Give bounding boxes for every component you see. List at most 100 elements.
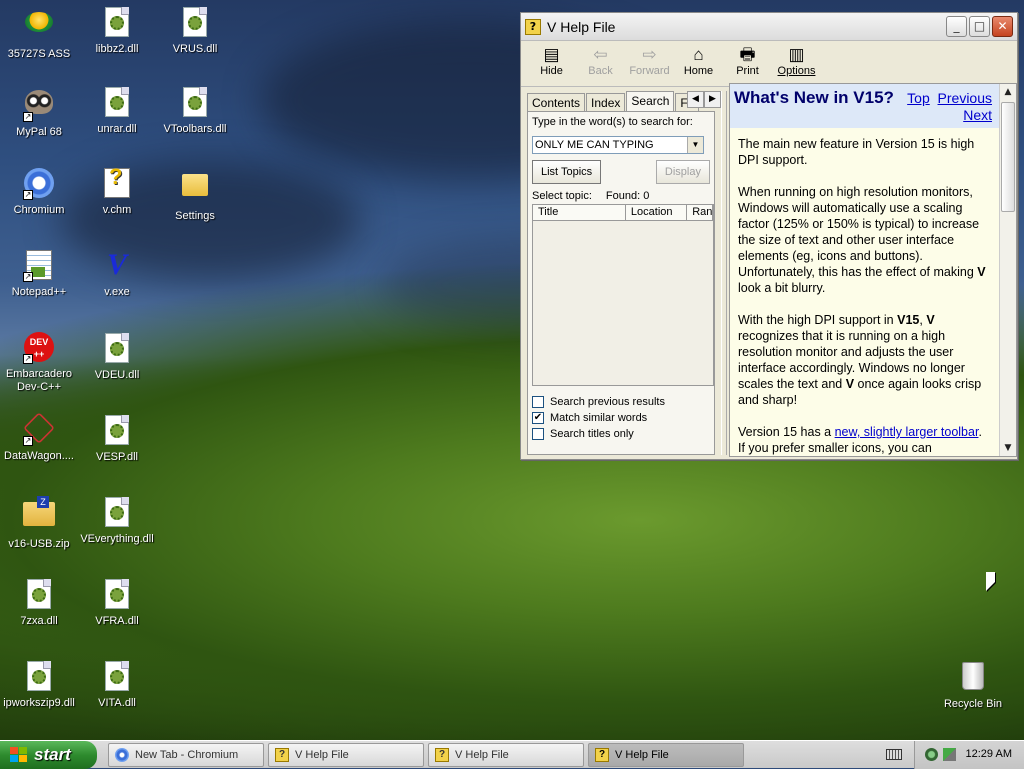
forward-button[interactable]: ⇨ Forward: [625, 41, 674, 86]
desktop-icon-35727s-ass[interactable]: 35727S ASS: [0, 6, 78, 61]
desktop-icon-v16-usb-zip[interactable]: Z v16-USB.zip: [0, 496, 78, 551]
desktop-icon-vdeu-dll[interactable]: VDEU.dll: [78, 332, 156, 382]
noodle-bowl-icon: [25, 12, 53, 32]
windows-flag-icon: [10, 747, 28, 763]
search-prompt-label: Type in the word(s) to search for:: [532, 116, 693, 128]
new-toolbar-link[interactable]: new, slightly larger toolbar: [835, 425, 979, 439]
desktop-icon-label: v16-USB.zip: [8, 538, 70, 550]
desktop-icon-devcpp[interactable]: DEV ++ ↗ Embarcadero Dev-C++: [0, 332, 78, 394]
start-button[interactable]: start: [0, 741, 97, 769]
column-header-location[interactable]: Location: [625, 205, 688, 221]
taskbar-button-help-1[interactable]: ? V Help File: [268, 743, 424, 767]
desktop-icon-recycle-bin[interactable]: Recycle Bin: [934, 660, 1012, 711]
tab-contents[interactable]: Contents: [527, 93, 586, 111]
desktop-icon-mypal[interactable]: ↗ MyPal 68: [0, 86, 78, 139]
previous-link[interactable]: Previous: [938, 90, 992, 106]
desktop-icon-label: unrar.dll: [97, 123, 137, 135]
desktop-icon-chromium[interactable]: ↗ Chromium: [0, 168, 78, 217]
dll-file-icon: [27, 661, 51, 691]
content-scrollbar[interactable]: ▲ ▼: [999, 84, 1016, 456]
desktop-icon-libbz2-dll[interactable]: libbz2.dll: [78, 6, 156, 56]
zip-folder-icon: Z: [23, 496, 55, 526]
close-button[interactable]: ✕: [992, 16, 1013, 37]
checkmark-icon: ✔: [532, 412, 544, 424]
topic-header: What's New in V15? Top Previous Next: [730, 84, 1016, 128]
scroll-down-icon[interactable]: ▼: [1000, 440, 1016, 456]
hide-icon: ▤: [543, 45, 560, 64]
search-titles-only-checkbox[interactable]: Search titles only: [532, 426, 710, 442]
folder-icon: [182, 174, 208, 196]
desktop-icon-label: VRUS.dll: [172, 43, 218, 55]
desktop-icon-label: libbz2.dll: [95, 43, 139, 55]
desktop-icon-v-exe[interactable]: V v.exe: [78, 250, 156, 299]
select-topic-label: Select topic:: [532, 190, 592, 202]
tab-scroll-right-icon[interactable]: ▶: [704, 91, 721, 108]
tab-scroll-left-icon[interactable]: ◀: [687, 91, 704, 108]
minimize-button[interactable]: _: [946, 16, 967, 37]
desktop-icon-label: ipworkszip9.dll: [3, 697, 75, 709]
desktop-icon-7zxa-dll[interactable]: 7zxa.dll: [0, 578, 78, 628]
tray-status-icon[interactable]: [925, 748, 938, 761]
network-icon[interactable]: [943, 748, 956, 761]
back-arrow-icon: ⇦: [593, 45, 608, 64]
tab-search[interactable]: Search: [626, 91, 675, 111]
taskbar-button-chromium[interactable]: New Tab - Chromium: [108, 743, 264, 767]
desktop-icon-label: 35727S ASS: [7, 48, 71, 60]
taskbar: start New Tab - Chromium ? V Help File ?…: [0, 740, 1024, 769]
desktop-icon-vrus-dll[interactable]: VRUS.dll: [156, 6, 234, 56]
system-tray: 12:29 AM: [914, 741, 1024, 769]
next-link[interactable]: Next: [963, 107, 992, 123]
paragraph-3: With the high DPI support in V15, V reco…: [738, 313, 982, 407]
help-file-icon: ?: [595, 748, 609, 762]
keyboard-icon[interactable]: [886, 749, 902, 760]
desktop-icon-label: Chromium: [13, 204, 65, 216]
match-similar-words-checkbox[interactable]: ✔ Match similar words: [532, 410, 710, 426]
desktop-icon-ipworkszip9-dll[interactable]: ipworkszip9.dll: [0, 660, 78, 710]
desktop-icon-label: 7zxa.dll: [20, 615, 58, 627]
tab-index[interactable]: Index: [586, 93, 626, 111]
chevron-down-icon[interactable]: ▼: [687, 137, 703, 153]
top-link[interactable]: Top: [907, 90, 930, 106]
print-button[interactable]: 🖶 Print: [723, 41, 772, 86]
help-file-icon: ?: [275, 748, 289, 762]
taskbar-button-help-2[interactable]: ? V Help File: [428, 743, 584, 767]
help-toolbar: ▤ Hide ⇦ Back ⇨ Forward ⌂ Home 🖶 Print ▥ Optio…: [521, 41, 1017, 87]
maximize-button[interactable]: □: [969, 16, 990, 37]
taskbar-button-help-3[interactable]: ? V Help File: [588, 743, 744, 767]
desktop-icon-settings[interactable]: Settings: [156, 168, 234, 223]
search-input[interactable]: ONLY ME CAN TYPING ▼: [532, 136, 704, 154]
desktop-icon-label: VFRA.dll: [95, 615, 139, 627]
desktop-icon-vtoolbars-dll[interactable]: VToolbars.dll: [156, 86, 234, 136]
column-header-rank[interactable]: Rank: [687, 205, 713, 221]
desktop-icon-vfra-dll[interactable]: VFRA.dll: [78, 578, 156, 628]
home-button[interactable]: ⌂ Home: [674, 41, 723, 86]
dll-file-icon: [105, 7, 129, 37]
display-button[interactable]: Display: [655, 160, 710, 184]
taskbar-clock[interactable]: 12:29 AM: [966, 748, 1012, 760]
back-button[interactable]: ⇦ Back: [576, 41, 625, 86]
scroll-up-icon[interactable]: ▲: [1000, 84, 1016, 100]
topic-list[interactable]: Title Location Rank: [532, 204, 714, 386]
window-title: V Help File: [547, 18, 616, 35]
desktop-icon-label: VDEU.dll: [94, 369, 140, 381]
topic-content-pane: What's New in V15? Top Previous Next The…: [729, 83, 1017, 457]
desktop-icon-unrar-dll[interactable]: unrar.dll: [78, 86, 156, 136]
options-icon: ▥: [788, 45, 805, 64]
window-titlebar[interactable]: ? V Help File _ □ ✕: [521, 13, 1017, 41]
desktop-icon-vesp-dll[interactable]: VESP.dll: [78, 414, 156, 464]
desktop-icon-vita-dll[interactable]: VITA.dll: [78, 660, 156, 710]
hide-button[interactable]: ▤ Hide: [527, 41, 576, 86]
search-previous-results-checkbox[interactable]: Search previous results: [532, 394, 710, 410]
desktop-icon-label: VToolbars.dll: [163, 123, 227, 135]
list-topics-button[interactable]: List Topics: [532, 160, 602, 184]
column-header-title[interactable]: Title: [533, 205, 626, 221]
options-button[interactable]: ▥ Options: [772, 41, 821, 86]
desktop-icon-v-chm[interactable]: ? v.chm: [78, 166, 156, 217]
desktop-icon-veverything-dll[interactable]: VEverything.dll: [78, 496, 156, 546]
paragraph-1: The main new feature in Version 15 is hi…: [738, 137, 975, 167]
scrollbar-thumb[interactable]: [1001, 102, 1015, 212]
desktop-icon-notepadpp[interactable]: ↗ Notepad++: [0, 250, 78, 299]
desktop-icon-datawagon[interactable]: ↗ DataWagon....: [0, 412, 78, 463]
pane-splitter[interactable]: [721, 91, 727, 455]
help-file-icon: ?: [525, 18, 541, 35]
